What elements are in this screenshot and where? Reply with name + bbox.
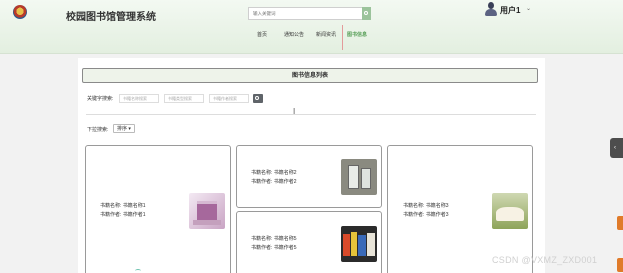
book-author: 书籍作者: 书籍作者5: [251, 245, 297, 251]
nav-news[interactable]: 新闻资讯: [316, 31, 336, 38]
keyword-search-label: 关键字搜索:: [87, 96, 114, 102]
book-author-search-input[interactable]: 书籍作者搜索: [209, 94, 249, 103]
book-name-search-input[interactable]: 书籍名称搜索: [119, 94, 159, 103]
book-author: 书籍作者: 书籍作者2: [251, 179, 297, 185]
book-card[interactable]: 书籍名称: 书籍名称5 书籍作者: 书籍作者5: [236, 211, 382, 273]
divider: [86, 114, 536, 115]
nav-divider: [342, 25, 343, 50]
book-card[interactable]: 书籍名称: 书籍名称2 书籍作者: 书籍作者2: [236, 145, 382, 208]
book-name: 书籍名称: 书籍名称2: [251, 170, 297, 176]
side-marker[interactable]: [617, 258, 623, 272]
site-logo-icon: [13, 5, 27, 19]
username[interactable]: 用户1: [500, 5, 520, 16]
watermark: CSDN @VXMZ_ZXD001: [492, 255, 598, 265]
chevron-left-icon: ‹: [614, 145, 616, 151]
side-panel-toggle[interactable]: ‹: [610, 138, 623, 158]
book-name: 书籍名称: 书籍名称5: [251, 236, 297, 242]
book-name: 书籍名称: 书籍名称1: [100, 203, 146, 209]
loading-icon: [135, 269, 141, 273]
book-type-search-input[interactable]: 书籍类型搜索: [164, 94, 204, 103]
book-author: 书籍作者: 书籍作者1: [100, 212, 146, 218]
book-author: 书籍作者: 书籍作者3: [403, 212, 449, 218]
page-title: 图书信息列表: [82, 68, 538, 83]
chevron-down-icon[interactable]: ⌄: [526, 5, 531, 12]
nav-home[interactable]: 首页: [257, 31, 267, 38]
book-cover-image[interactable]: [189, 193, 225, 229]
book-name: 书籍名称: 书籍名称3: [403, 203, 449, 209]
book-cover-image[interactable]: [341, 226, 377, 262]
top-header: 校园图书馆管理系统 用户1 ⌄ 首页 通知公告 新闻资讯 图书信息: [0, 0, 623, 54]
book-card[interactable]: 书籍名称: 书籍名称1 书籍作者: 书籍作者1: [85, 145, 231, 273]
side-marker[interactable]: [617, 216, 623, 230]
search-input[interactable]: [248, 7, 363, 20]
nav-notices[interactable]: 通知公告: [284, 31, 304, 38]
user-avatar-icon[interactable]: [485, 2, 497, 16]
sort-dropdown-button[interactable]: 排序 ▾: [113, 124, 135, 133]
nav-books[interactable]: 图书信息: [347, 31, 367, 38]
search-icon: [364, 11, 368, 15]
search-icon: [255, 96, 259, 100]
keyword-search-button[interactable]: [253, 94, 263, 103]
book-cover-image[interactable]: [341, 159, 377, 195]
book-card[interactable]: 书籍名称: 书籍名称3 书籍作者: 书籍作者3: [387, 145, 533, 273]
search-button[interactable]: [362, 7, 371, 20]
site-title: 校园图书馆管理系统: [66, 12, 156, 23]
book-cover-image[interactable]: [492, 193, 528, 229]
dropdown-search-label: 下拉搜索:: [87, 127, 109, 133]
